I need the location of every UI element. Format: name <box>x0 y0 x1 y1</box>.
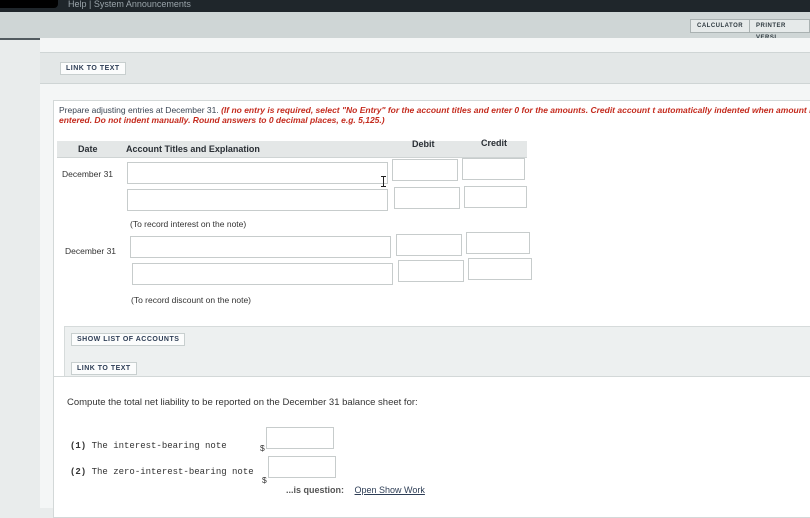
toolbar: CALCULATOR PRINTER VERSI <box>0 12 810 41</box>
entry-1-explanation: (To record interest on the note) <box>130 219 247 229</box>
question-label: ...is question: <box>286 485 345 495</box>
question-page: LINK TO TEXT Prepare adjusting entries a… <box>40 38 810 518</box>
top-bar: Help | System Announcements <box>0 0 810 12</box>
entry-2-explanation: (To record discount on the note) <box>131 295 252 305</box>
entry-1-credit-row-2[interactable] <box>464 186 527 208</box>
entry-2-debit-row-2[interactable] <box>398 260 464 282</box>
help-announcements-links[interactable]: Help | System Announcements <box>68 0 191 9</box>
link-to-text-button-top[interactable]: LINK TO TEXT <box>60 62 126 75</box>
entry-2-debit-row-1[interactable] <box>396 234 462 256</box>
printer-version-button[interactable]: PRINTER VERSI <box>749 19 810 41</box>
entry-1-credit-row-1[interactable] <box>462 158 525 180</box>
entry-1-debit-row-1[interactable] <box>392 159 458 181</box>
brand-logo <box>0 0 58 8</box>
item-2-dollar-sign: $ <box>262 475 267 485</box>
show-list-of-accounts-button[interactable]: SHOW LIST OF ACCOUNTS <box>71 333 186 346</box>
item-1-amount-input[interactable] <box>266 427 334 449</box>
entry-2-account-row-1[interactable] <box>130 236 391 258</box>
item-2-number: (2) <box>70 467 87 477</box>
instructions-plain: Prepare adjusting entries at December 31… <box>59 105 219 115</box>
entry-1-date: December 31 <box>62 169 114 179</box>
entry-2-date: December 31 <box>65 246 117 256</box>
journal-table-header: Date Account Titles and Explanation Debi… <box>57 138 527 158</box>
entry-2-account-row-2[interactable] <box>132 263 393 285</box>
item-1-dollar-sign: $ <box>260 443 265 453</box>
entry-1-account-row-1[interactable] <box>127 162 388 184</box>
item-1-label: (1) The interest-bearing note <box>70 441 227 451</box>
show-work-row: ...is question: Open Show Work <box>286 485 425 495</box>
item-1-text: The interest-bearing note <box>91 441 227 451</box>
link-to-text-bar: LINK TO TEXT <box>40 52 810 84</box>
entry-1-account-row-2[interactable] <box>127 189 388 211</box>
text-cursor-icon <box>381 176 386 187</box>
item-2-text: The zero-interest-bearing note <box>91 467 254 477</box>
entry-1-debit-row-2[interactable] <box>394 187 460 209</box>
header-date: Date <box>78 144 98 154</box>
instructions: Prepare adjusting entries at December 31… <box>59 105 810 125</box>
entry-2-credit-row-1[interactable] <box>466 232 530 254</box>
calculator-button[interactable]: CALCULATOR <box>690 19 751 33</box>
accounts-links-box: SHOW LIST OF ACCOUNTS LINK TO TEXT <box>64 326 810 380</box>
open-show-work-link[interactable]: Open Show Work <box>355 485 425 495</box>
header-debit: Debit <box>412 139 435 149</box>
compute-prompt: Compute the total net liability to be re… <box>67 397 418 408</box>
header-account-titles: Account Titles and Explanation <box>126 144 260 154</box>
header-credit: Credit <box>481 138 508 148</box>
item-1-number: (1) <box>70 441 87 451</box>
entry-2-credit-row-2[interactable] <box>468 258 532 280</box>
link-to-text-button[interactable]: LINK TO TEXT <box>71 362 137 375</box>
item-2-amount-input[interactable] <box>268 456 336 478</box>
item-2-label: (2) The zero-interest-bearing note <box>70 467 254 477</box>
